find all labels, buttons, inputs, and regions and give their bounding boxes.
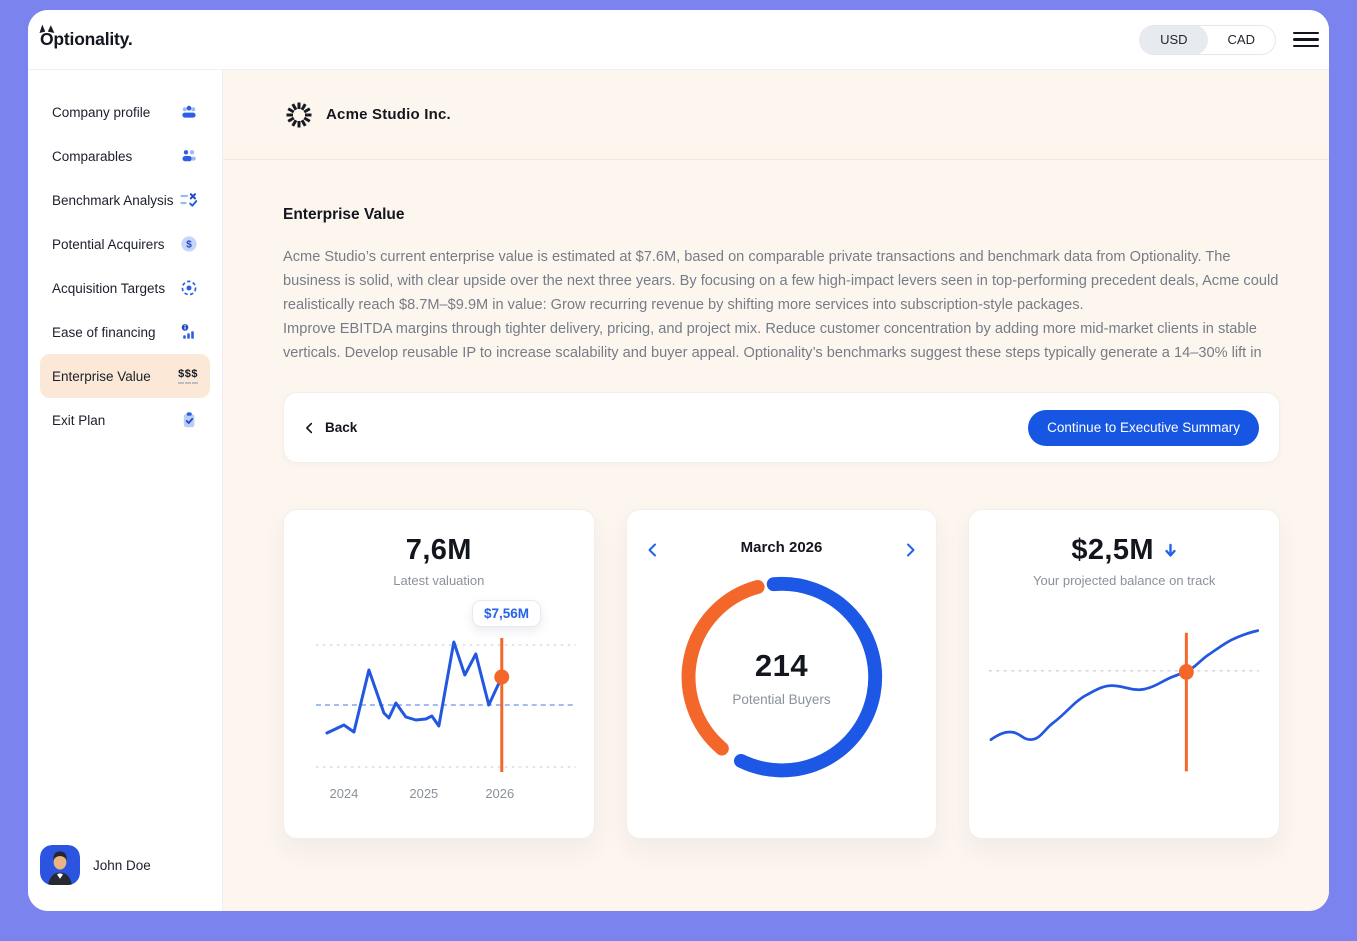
valuation-line-chart: 2024 2025 2026 [284, 630, 594, 810]
potential-buyers-count: 214 [627, 648, 937, 684]
logo-crown-icon [39, 24, 55, 33]
sidebar-item-ease-of-financing[interactable]: Ease of financing [40, 310, 210, 354]
potential-buyers-card: March 2026 214 Potential Buyer [626, 509, 938, 839]
sidebar-item-comparables[interactable]: Comparables [40, 134, 210, 178]
marker-dot [1179, 664, 1194, 680]
sidebar-item-label: Enterprise Value [52, 369, 151, 384]
balance-series-curve [991, 631, 1258, 740]
main-panel: Acme Studio Inc. Enterprise Value Acme S… [223, 70, 1329, 911]
sidebar-item-label: Potential Acquirers [52, 237, 165, 252]
sidebar-nav: Company profile Comparables [40, 90, 210, 442]
period-label: March 2026 [627, 539, 937, 556]
balance-line-chart [969, 620, 1279, 800]
metric-cards-row: 7,6M Latest valuation $7,56M 2024 2025 [283, 509, 1280, 839]
arrow-down-icon [1164, 543, 1177, 559]
currency-cad-button[interactable]: CAD [1208, 25, 1275, 55]
clipboard-check-icon [180, 411, 198, 429]
company-header: Acme Studio Inc. [223, 70, 1329, 160]
sidebar-item-label: Acquisition Targets [52, 281, 165, 296]
app-logo: Optionality. [40, 29, 133, 50]
top-bar: Optionality. USD CAD [28, 10, 1329, 70]
body-row: Company profile Comparables [28, 70, 1329, 911]
sidebar-item-label: Company profile [52, 105, 150, 120]
latest-valuation-card: 7,6M Latest valuation $7,56M 2024 2025 [283, 509, 595, 839]
sidebar-item-label: Ease of financing [52, 325, 156, 340]
valuation-tooltip-badge: $7,56M [472, 600, 541, 627]
dollar-circle-icon: $ [180, 235, 198, 253]
back-button[interactable]: Back [302, 420, 357, 436]
sidebar-item-benchmark-analysis[interactable]: Benchmark Analysis [40, 178, 210, 222]
user-profile[interactable]: John Doe [40, 845, 210, 885]
balance-value: $2,5M [1071, 534, 1154, 567]
currency-usd-button[interactable]: USD [1140, 25, 1207, 55]
sidebar-item-label: Comparables [52, 149, 132, 164]
app-root: { "colors": { "frame": "#7b83ee", "surfa… [0, 0, 1357, 941]
company-name: Acme Studio Inc. [326, 106, 451, 123]
potential-buyers-label: Potential Buyers [627, 692, 937, 707]
donut-center-text: 214 Potential Buyers [627, 648, 937, 707]
chevron-left-icon [302, 420, 318, 436]
sidebar-item-acquisition-targets[interactable]: Acquisition Targets [40, 266, 210, 310]
balance-title-row: $2,5M [969, 534, 1279, 567]
x-tick-2026: 2026 [485, 786, 514, 801]
checklist-icon [180, 191, 198, 209]
sidebar-item-exit-plan[interactable]: Exit Plan [40, 398, 210, 442]
sidebar-item-label: Benchmark Analysis [52, 193, 174, 208]
sidebar-item-enterprise-value[interactable]: Enterprise Value $$$ [40, 354, 210, 398]
sidebar-item-label: Exit Plan [52, 413, 105, 428]
chart-info-icon [180, 323, 198, 341]
section-title: Enterprise Value [283, 206, 1280, 224]
dollars-icon: $$$ [178, 369, 198, 384]
back-label: Back [325, 420, 357, 435]
chevron-right-icon [901, 541, 919, 559]
sidebar-item-company-profile[interactable]: Company profile [40, 90, 210, 134]
users-group-icon [180, 103, 198, 121]
company-logo-sunburst-icon [285, 101, 313, 129]
x-tick-2024: 2024 [329, 786, 358, 801]
wizard-nav-bar: Back Continue to Executive Summary [283, 392, 1280, 463]
users-icon [180, 147, 198, 165]
marker-dot [494, 670, 509, 685]
menu-icon[interactable] [1293, 30, 1319, 50]
valuation-label: Latest valuation [284, 573, 594, 588]
balance-label: Your projected balance on track [969, 573, 1279, 588]
enterprise-value-paragraph: Acme Studio’s current enterprise value i… [283, 245, 1280, 365]
x-tick-2025: 2025 [409, 786, 438, 801]
target-icon [180, 279, 198, 297]
sidebar: Company profile Comparables [28, 70, 223, 911]
app-window: Optionality. USD CAD Company profile [28, 10, 1329, 911]
avatar [40, 845, 80, 885]
currency-toggle[interactable]: USD CAD [1139, 25, 1276, 55]
svg-text:$: $ [186, 240, 192, 251]
content-area: Enterprise Value Acme Studio’s current e… [223, 160, 1329, 911]
valuation-series-line [327, 642, 502, 733]
continue-to-executive-summary-button[interactable]: Continue to Executive Summary [1028, 410, 1259, 446]
projected-balance-card: $2,5M Your projected balance on track [968, 509, 1280, 839]
valuation-value: 7,6M [284, 534, 594, 567]
user-name: John Doe [93, 858, 151, 873]
top-bar-right: USD CAD [223, 25, 1329, 55]
logo-area: Optionality. [28, 29, 223, 50]
sidebar-item-potential-acquirers[interactable]: Potential Acquirers $ [40, 222, 210, 266]
next-month-button[interactable] [896, 536, 924, 564]
